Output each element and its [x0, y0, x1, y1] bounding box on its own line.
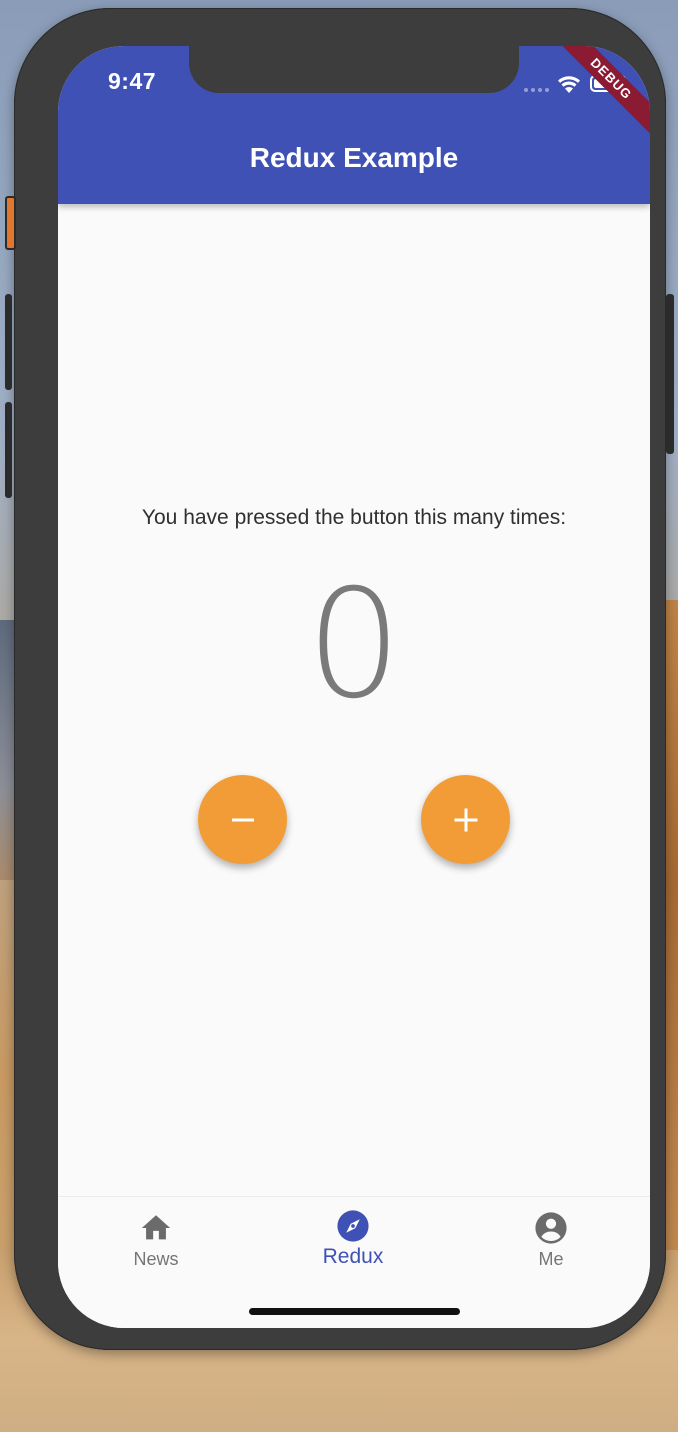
home-indicator[interactable] [249, 1308, 460, 1315]
page-title: Redux Example [249, 142, 459, 173]
compass-icon [337, 1210, 369, 1242]
nav-item-me[interactable]: Me [491, 1211, 611, 1270]
device-notch [189, 46, 519, 93]
nav-label-news: News [133, 1249, 179, 1269]
volume-up-button [5, 294, 12, 390]
mute-switch [5, 196, 16, 250]
app-screen: 9:47 Redux Example DEBUG You have presse… [58, 46, 650, 1328]
decrement-button[interactable] [198, 775, 287, 864]
nav-label-me: Me [538, 1249, 564, 1269]
increment-button[interactable] [421, 775, 510, 864]
minus-icon [231, 818, 254, 821]
phone-frame: 9:47 Redux Example DEBUG You have presse… [5, 8, 674, 1350]
counter-caption: You have pressed the button this many ti… [141, 506, 567, 529]
counter-value: 0 [306, 558, 402, 732]
volume-down-button [5, 402, 12, 498]
nav-label-redux: Redux [322, 1245, 384, 1268]
nav-item-news[interactable]: News [96, 1211, 216, 1270]
signal-icon [524, 88, 549, 92]
power-button [666, 294, 674, 454]
home-icon [141, 1215, 171, 1240]
status-time: 9:47 [108, 68, 157, 94]
nav-item-redux[interactable]: Redux [293, 1209, 413, 1269]
wifi-icon [558, 76, 580, 93]
plus-icon [454, 808, 477, 831]
account-circle-icon [535, 1212, 567, 1244]
